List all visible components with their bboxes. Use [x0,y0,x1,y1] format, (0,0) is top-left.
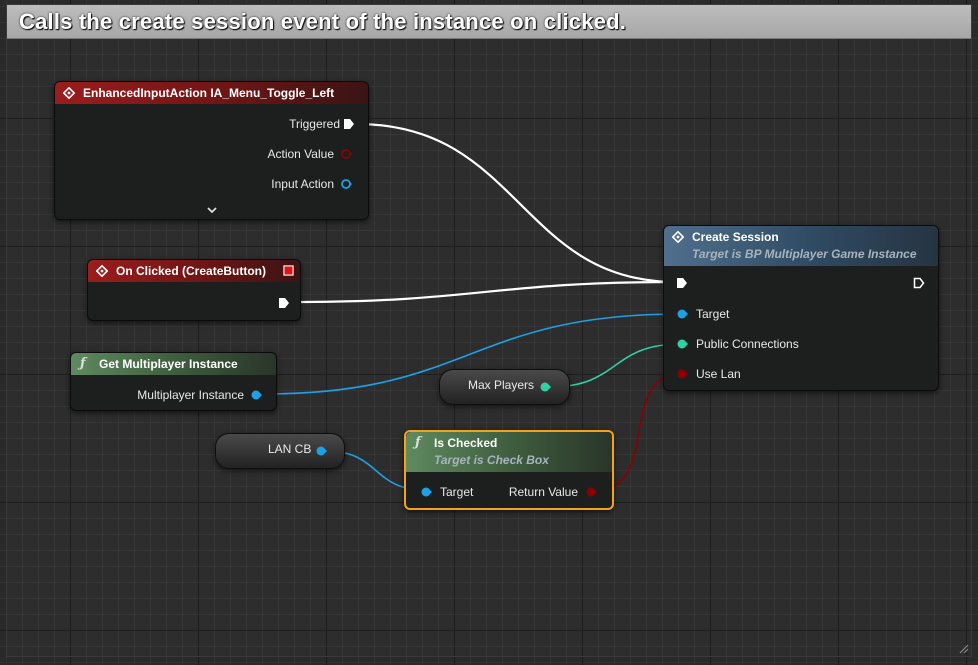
max-players-variable-node[interactable]: Max Players [439,369,570,405]
variable-label: Max Players [468,378,535,392]
pin-label: Triggered [289,117,340,131]
node-header[interactable]: ƒ Is Checked Target is Check Box [406,432,612,472]
chevron-down-icon[interactable] [206,204,218,216]
create-session-node[interactable]: Create Session Target is BP Multiplayer … [663,225,939,391]
pin-label: Use Lan [696,367,741,381]
pin-label: Target [440,485,474,499]
exec-wire-triggered[interactable] [356,122,677,284]
pin-row-target[interactable]: Target [696,304,729,324]
exec-out-pin-icon[interactable] [913,277,925,289]
pin-label: Action Value [267,147,335,161]
pin-label: Target [696,307,730,321]
pin-row-target[interactable]: Target [440,482,473,502]
boolean-pin-icon[interactable] [340,148,352,160]
pin-row-return-value[interactable]: Return Value [509,482,578,502]
node-title: Create Session [692,230,779,244]
pin-row-public-connections[interactable]: Public Connections [696,334,799,354]
object-pin-icon[interactable] [315,445,327,457]
pin-row-input-action[interactable]: Input Action [271,174,334,194]
integer-pin-icon[interactable] [676,338,688,350]
is-checked-node[interactable]: ƒ Is Checked Target is Check Box Target … [404,430,614,510]
pin-row-use-lan[interactable]: Use Lan [696,364,741,384]
object-pin-icon[interactable] [676,308,688,320]
pin-label: Public Connections [696,337,799,351]
pin-label: Input Action [271,177,334,191]
object-pin-icon[interactable] [420,486,432,498]
event-diamond-icon [96,265,108,277]
boolean-pin-icon[interactable] [676,368,688,380]
variable-label: LAN CB [268,442,312,456]
exec-pin-icon[interactable] [278,297,290,309]
node-title: Get Multiplayer Instance [99,357,238,371]
node-header[interactable]: Create Session Target is BP Multiplayer … [664,226,938,266]
delegate-square-icon [283,265,294,276]
event-diamond-icon [63,87,75,99]
node-title: EnhancedInputAction IA_Menu_Toggle_Left [83,86,335,100]
pin-row-multiplayer-instance[interactable]: Multiplayer Instance [137,385,244,405]
node-header[interactable]: EnhancedInputAction IA_Menu_Toggle_Left [55,82,368,104]
pin-label: Multiplayer Instance [137,388,244,402]
object-pin-icon[interactable] [250,389,262,401]
node-header[interactable]: ƒ Get Multiplayer Instance [71,353,276,375]
node-title: Is Checked [434,436,498,450]
object-pin-icon[interactable] [340,178,352,190]
pin-row-triggered[interactable]: Triggered [289,114,340,134]
exec-pin-icon[interactable] [343,118,355,130]
on-clicked-node[interactable]: On Clicked (CreateButton) [87,259,301,321]
function-icon: ƒ [80,356,86,371]
node-header[interactable]: On Clicked (CreateButton) [88,260,300,282]
exec-wire-on-clicked[interactable] [291,280,677,304]
pin-row-action-value[interactable]: Action Value [268,144,335,164]
event-diamond-icon [672,231,684,243]
blueprint-graph[interactable]: Calls the create session event of the in… [0,0,978,665]
exec-in-pin-icon[interactable] [676,277,688,289]
node-subtitle: Target is BP Multiplayer Game Instance [692,247,917,261]
lan-cb-variable-node[interactable]: LAN CB [215,433,345,469]
boolean-pin-icon[interactable] [585,486,597,498]
function-icon: ƒ [415,435,421,450]
enhanced-input-action-node[interactable]: EnhancedInputAction IA_Menu_Toggle_Left … [54,81,369,220]
node-title: On Clicked (CreateButton) [116,264,267,278]
pin-label: Return Value [508,485,578,499]
get-multiplayer-instance-node[interactable]: ƒ Get Multiplayer Instance Multiplayer I… [70,352,277,411]
integer-pin-icon[interactable] [539,381,551,393]
node-subtitle: Target is Check Box [434,453,549,467]
